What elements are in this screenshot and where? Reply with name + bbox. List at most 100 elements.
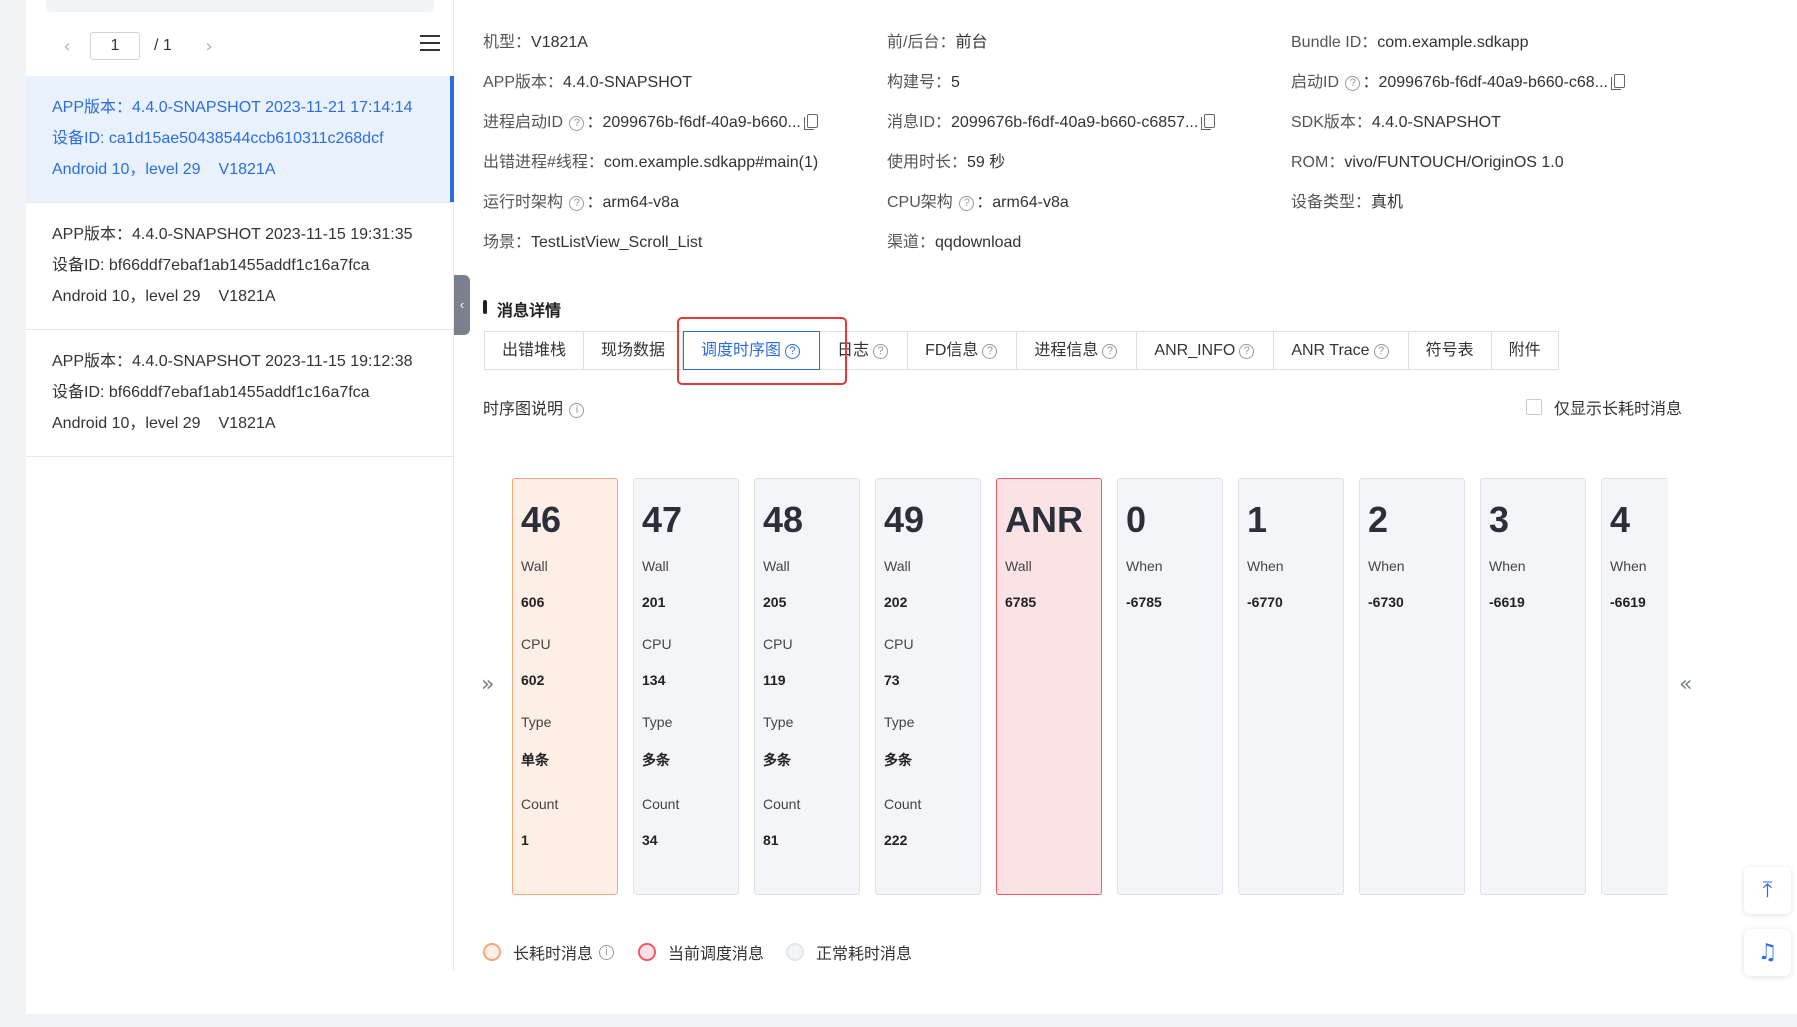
timeline-cards: 46 Wall 606 CPU 602 Type 单条 Count 1 47 Wall 201 CPU 1… [512, 478, 1668, 896]
support-button[interactable]: ♫ [1744, 929, 1791, 976]
timeline-card[interactable]: 1 When -6770 [1238, 478, 1344, 895]
tab-process-info[interactable]: 进程信息? [1017, 332, 1138, 369]
detail-tabs: 出错堆栈 现场数据 调度时序图? 日志? FD信息? 进程信息? ANR_INF… [484, 331, 1559, 370]
checkbox[interactable] [1526, 399, 1542, 415]
record-model: V1821A [218, 288, 276, 305]
info-launch-id: 启动ID ? ：2099676b-f6df-40a9-b660-c68... [1291, 68, 1625, 92]
timeline-card[interactable]: ANR Wall 6785 [996, 478, 1102, 895]
tab-fd-info[interactable]: FD信息? [908, 332, 1018, 369]
tab-attachments[interactable]: 附件 [1492, 332, 1558, 369]
record-app-version: APP版本：4.4.0-SNAPSHOT 2023-11-15 19:12:38 [52, 353, 413, 370]
info-sdk-version: SDK版本：4.4.0-SNAPSHOT [1291, 114, 1501, 131]
card-id: 49 [884, 499, 925, 540]
card-field-value: 73 [884, 672, 900, 688]
tab-anr-info[interactable]: ANR_INFO? [1137, 332, 1275, 369]
timeline-card[interactable]: 47 Wall 201 CPU 134 Type 多条 Count 34 [633, 478, 739, 895]
record-item[interactable]: APP版本：4.4.0-SNAPSHOT 2023-11-15 19:12:38… [26, 330, 453, 457]
help-icon[interactable]: ? [569, 116, 585, 131]
card-field-value: -6770 [1247, 594, 1283, 610]
tab-timeline[interactable]: 调度时序图? [683, 331, 821, 370]
info-runtime-arch: 运行时架构 ? ：arm64-v8a [483, 194, 679, 211]
legend-label: 长耗时消息 [513, 946, 594, 963]
card-field-value: 205 [763, 594, 787, 610]
card-field-label: When [1489, 558, 1526, 574]
info-duration: 使用时长：59 秒 [887, 154, 1006, 171]
info-channel: 渠道：qqdownload [887, 234, 1022, 251]
card-field-value: 201 [642, 594, 666, 610]
copy-icon[interactable] [1611, 74, 1625, 90]
record-model: V1821A [218, 161, 276, 178]
record-os: Android 10，level 29 [52, 161, 201, 178]
tab-scene-data[interactable]: 现场数据 [584, 332, 684, 369]
help-icon: ? [785, 344, 801, 359]
card-field-label: Type [521, 714, 552, 730]
timeline-card[interactable]: 2 When -6730 [1359, 478, 1465, 895]
record-item[interactable]: APP版本：4.4.0-SNAPSHOT 2023-11-15 19:31:35… [26, 203, 453, 330]
page-total: / 1 [154, 37, 172, 54]
card-field-value: 222 [884, 832, 908, 848]
card-field-label: Count [521, 796, 559, 812]
record-app-version: APP版本：4.4.0-SNAPSHOT 2023-11-15 19:31:35 [52, 226, 413, 243]
timeline-card[interactable]: 48 Wall 205 CPU 119 Type 多条 Count 81 [754, 478, 860, 895]
card-field-label: Wall [1005, 558, 1032, 574]
menu-icon[interactable] [420, 35, 440, 56]
help-icon[interactable]: ? [1345, 76, 1361, 91]
tab-symbols[interactable]: 符号表 [1409, 332, 1492, 369]
card-id: 48 [763, 499, 804, 540]
top-strip [46, 0, 434, 12]
card-field-value: 119 [763, 672, 786, 688]
record-device-id: 设备ID: bf66ddf7ebaf1ab1455addf1c16a7fca [52, 257, 370, 274]
card-field-value: 单条 [521, 752, 549, 768]
copy-icon[interactable] [1201, 114, 1216, 130]
info-message-id: 消息ID：2099676b-f6df-40a9-b660-c6857... [887, 108, 1216, 132]
scroll-right-icon[interactable]: » [481, 672, 494, 697]
record-item[interactable]: APP版本：4.4.0-SNAPSHOT 2023-11-21 17:14:14… [26, 76, 454, 203]
card-id: 46 [521, 499, 562, 540]
timeline-card[interactable]: 46 Wall 606 CPU 602 Type 单条 Count 1 [512, 478, 618, 895]
only-long-toggle[interactable]: 仅显示长耗时消息 [1526, 395, 1682, 419]
info-fg-bg: 前/后台：前台 [887, 34, 988, 51]
info-thread: 出错进程#线程：com.example.sdkapp#main(1) [483, 154, 819, 171]
record-device-id: 设备ID: ca1d15ae50438544ccb610311c268dcf [52, 130, 384, 147]
card-id: ANR [1005, 499, 1083, 540]
card-field-value: 202 [884, 594, 908, 610]
help-icon: ? [982, 344, 998, 359]
card-field-label: CPU [642, 636, 672, 652]
timeline-card[interactable]: 0 When -6785 [1117, 478, 1223, 895]
card-field-value: 1 [521, 832, 529, 848]
card-field-value: 多条 [642, 752, 670, 768]
record-list-panel: ‹ 1 / 1 › APP版本：4.4.0-SNAPSHOT 2023-11-2… [26, 0, 454, 970]
legend-dot-icon [786, 943, 805, 961]
pagination: ‹ 1 / 1 › [52, 30, 224, 62]
collapse-panel-button[interactable]: ‹ [454, 275, 470, 335]
card-id: 0 [1126, 499, 1147, 540]
card-field-label: CPU [521, 636, 551, 652]
help-icon[interactable]: ? [959, 196, 975, 211]
tab-anr-trace[interactable]: ANR Trace? [1274, 332, 1409, 369]
card-field-value: -6730 [1368, 594, 1404, 610]
timeline-description[interactable]: 时序图说明 i [483, 395, 586, 419]
timeline-card[interactable]: 49 Wall 202 CPU 73 Type 多条 Count 222 [875, 478, 981, 895]
card-id: 3 [1489, 499, 1510, 540]
legend-item: 当前调度消息 [638, 940, 764, 964]
info-device-type: 设备类型：真机 [1291, 194, 1404, 211]
back-to-top-button[interactable]: ⤒ [1744, 867, 1791, 914]
help-icon[interactable]: ? [569, 196, 585, 211]
card-field-label: When [1368, 558, 1405, 574]
copy-icon[interactable] [803, 114, 818, 130]
timeline-card[interactable]: 4 When -6619 [1601, 478, 1668, 895]
timeline-card[interactable]: 3 When -6619 [1480, 478, 1586, 895]
card-field-label: Wall [884, 558, 911, 574]
card-field-label: When [1247, 558, 1284, 574]
tab-log[interactable]: 日志? [820, 332, 909, 369]
next-page-icon[interactable]: › [194, 36, 224, 57]
card-field-label: When [1610, 558, 1647, 574]
page-input[interactable]: 1 [90, 32, 140, 60]
card-field-value: 6785 [1005, 594, 1037, 610]
legend-dot-icon [483, 943, 501, 961]
record-app-version: APP版本：4.4.0-SNAPSHOT 2023-11-21 17:14:14 [52, 99, 413, 116]
scroll-left-icon[interactable]: « [1679, 672, 1692, 697]
tab-stack[interactable]: 出错堆栈 [485, 332, 585, 369]
info-icon[interactable]: i [599, 944, 615, 960]
prev-page-icon[interactable]: ‹ [52, 36, 82, 57]
